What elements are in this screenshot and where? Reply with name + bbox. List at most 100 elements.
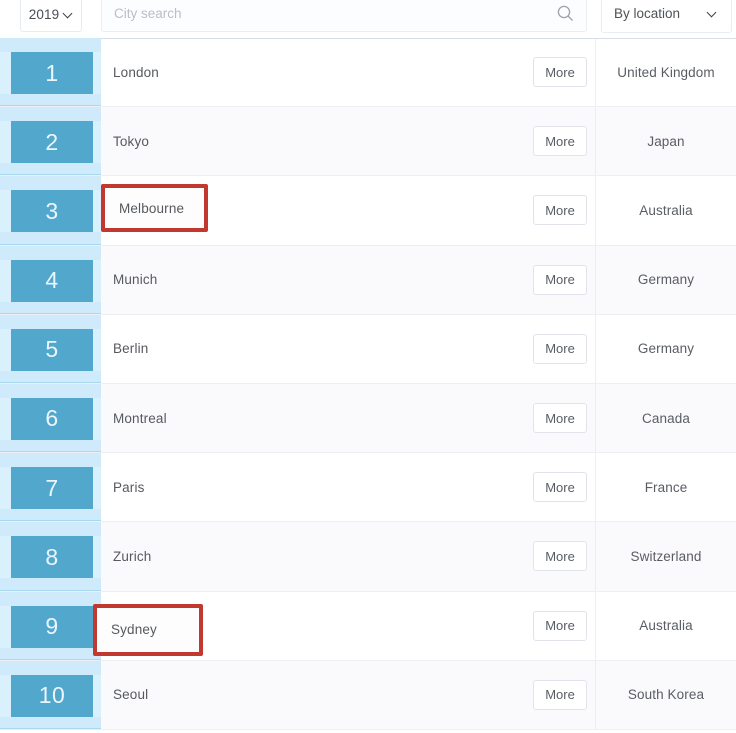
year-select-value: 2019 bbox=[28, 6, 60, 22]
rank-chip: 8 bbox=[11, 536, 93, 579]
more-button[interactable]: More bbox=[533, 264, 587, 295]
rank-value: 5 bbox=[45, 336, 59, 363]
rank-cell: 9 bbox=[0, 591, 101, 660]
country-name: Germany bbox=[637, 272, 695, 288]
chevron-down-icon bbox=[64, 10, 73, 19]
country-cell: Germany bbox=[595, 245, 736, 314]
country-cell: Canada bbox=[595, 383, 736, 453]
city-name: Zurich bbox=[113, 548, 152, 564]
city-name: Munich bbox=[113, 272, 158, 288]
table-row: 9 Sydney More Australia bbox=[0, 591, 736, 661]
rank-cell: 6 bbox=[0, 383, 101, 453]
toolbar: 2019 By location bbox=[0, 0, 736, 38]
country-name: Australia bbox=[639, 202, 693, 218]
header-divider bbox=[101, 38, 736, 39]
city-cell[interactable]: Tokyo bbox=[101, 107, 525, 175]
country-cell: Japan bbox=[595, 107, 736, 176]
city-name: Montreal bbox=[113, 410, 167, 426]
city-cell[interactable]: Zurich bbox=[101, 522, 525, 590]
city-cell[interactable]: Sydney bbox=[93, 592, 525, 660]
country-cell: France bbox=[595, 453, 736, 522]
table-row: 5 Berlin More Germany bbox=[0, 314, 736, 384]
country-name: Switzerland bbox=[630, 548, 702, 564]
more-button[interactable]: More bbox=[533, 403, 587, 434]
year-select[interactable]: 2019 bbox=[20, 0, 82, 32]
country-cell: United Kingdom bbox=[595, 38, 736, 107]
rank-cell: 7 bbox=[0, 453, 101, 522]
city-name: Tokyo bbox=[113, 133, 150, 149]
rank-value: 3 bbox=[45, 197, 59, 224]
table-row: 2 Tokyo More Japan bbox=[0, 107, 736, 177]
city-name: Sydney bbox=[111, 622, 157, 637]
rank-chip: 9 bbox=[11, 605, 93, 648]
rank-cell: 2 bbox=[0, 107, 101, 176]
more-cell: More bbox=[525, 246, 595, 314]
city-cell[interactable]: Montreal bbox=[101, 384, 525, 452]
rank-chip: 4 bbox=[11, 259, 93, 302]
location-filter-select[interactable]: By location bbox=[601, 0, 732, 33]
country-name: Australia bbox=[639, 618, 693, 634]
more-button[interactable]: More bbox=[533, 541, 587, 572]
city-name: Seoul bbox=[113, 687, 149, 703]
highlight-box[interactable]: Melbourne bbox=[101, 184, 208, 233]
city-cell[interactable]: Melbourne bbox=[101, 176, 525, 244]
city-cell[interactable]: Munich bbox=[101, 246, 525, 314]
more-cell: More bbox=[525, 661, 595, 729]
more-button[interactable]: More bbox=[533, 57, 587, 88]
more-cell: More bbox=[525, 384, 595, 452]
rank-value: 7 bbox=[45, 474, 59, 501]
more-cell: More bbox=[525, 107, 595, 175]
rank-cell: 8 bbox=[0, 522, 101, 591]
table-row: 7 Paris More France bbox=[0, 453, 736, 523]
city-cell[interactable]: Seoul bbox=[101, 661, 525, 729]
chevron-down-icon bbox=[708, 9, 717, 18]
more-cell: More bbox=[525, 453, 595, 521]
rank-cell: 5 bbox=[0, 314, 101, 383]
search-icon[interactable] bbox=[557, 5, 574, 22]
more-cell: More bbox=[525, 522, 595, 590]
rank-chip: 6 bbox=[11, 397, 93, 440]
country-name: Canada bbox=[642, 410, 690, 426]
more-button[interactable]: More bbox=[533, 679, 587, 710]
more-button[interactable]: More bbox=[533, 195, 587, 226]
country-name: United Kingdom bbox=[617, 64, 715, 80]
rank-chip: 3 bbox=[11, 190, 93, 233]
search-input[interactable] bbox=[102, 0, 542, 31]
country-cell: Switzerland bbox=[595, 522, 736, 591]
city-cell[interactable]: Paris bbox=[101, 453, 525, 521]
country-name: South Korea bbox=[627, 687, 705, 703]
table-row: 3 Melbourne More Australia bbox=[0, 176, 736, 246]
rank-chip: 2 bbox=[11, 121, 93, 164]
rank-chip: 10 bbox=[11, 674, 93, 717]
rank-value: 2 bbox=[45, 128, 59, 155]
city-name: Melbourne bbox=[119, 200, 185, 216]
rank-cell: 10 bbox=[0, 660, 101, 729]
more-button[interactable]: More bbox=[533, 610, 587, 641]
more-cell: More bbox=[525, 592, 595, 660]
rank-value: 6 bbox=[45, 405, 59, 432]
country-cell: Australia bbox=[595, 591, 736, 660]
rank-cell: 4 bbox=[0, 245, 101, 314]
more-cell: More bbox=[525, 315, 595, 383]
table-row: 8 Zurich More Switzerland bbox=[0, 522, 736, 592]
country-cell: South Korea bbox=[595, 660, 736, 729]
city-search-box[interactable] bbox=[101, 0, 587, 32]
table-row: 6 Montreal More Canada bbox=[0, 383, 736, 454]
more-button[interactable]: More bbox=[533, 126, 587, 157]
rank-value: 8 bbox=[45, 543, 59, 570]
more-button[interactable]: More bbox=[533, 333, 587, 364]
rank-value: 9 bbox=[45, 613, 59, 639]
country-name: France bbox=[644, 479, 688, 495]
city-cell[interactable]: Berlin bbox=[101, 315, 525, 383]
more-cell: More bbox=[525, 38, 595, 106]
highlight-box[interactable]: Sydney bbox=[93, 603, 203, 656]
city-name: Berlin bbox=[113, 341, 149, 357]
rank-value: 4 bbox=[45, 267, 59, 294]
more-button[interactable]: More bbox=[533, 472, 587, 503]
city-ranking-table: 1 London More United Kingdom 2 Tokyo More Japan… bbox=[0, 38, 736, 733]
city-name: Paris bbox=[113, 479, 145, 495]
city-cell[interactable]: London bbox=[101, 38, 525, 106]
table-row: 10 Seoul More South Korea bbox=[0, 660, 736, 730]
country-cell: Australia bbox=[595, 176, 736, 245]
city-name: London bbox=[113, 64, 159, 80]
